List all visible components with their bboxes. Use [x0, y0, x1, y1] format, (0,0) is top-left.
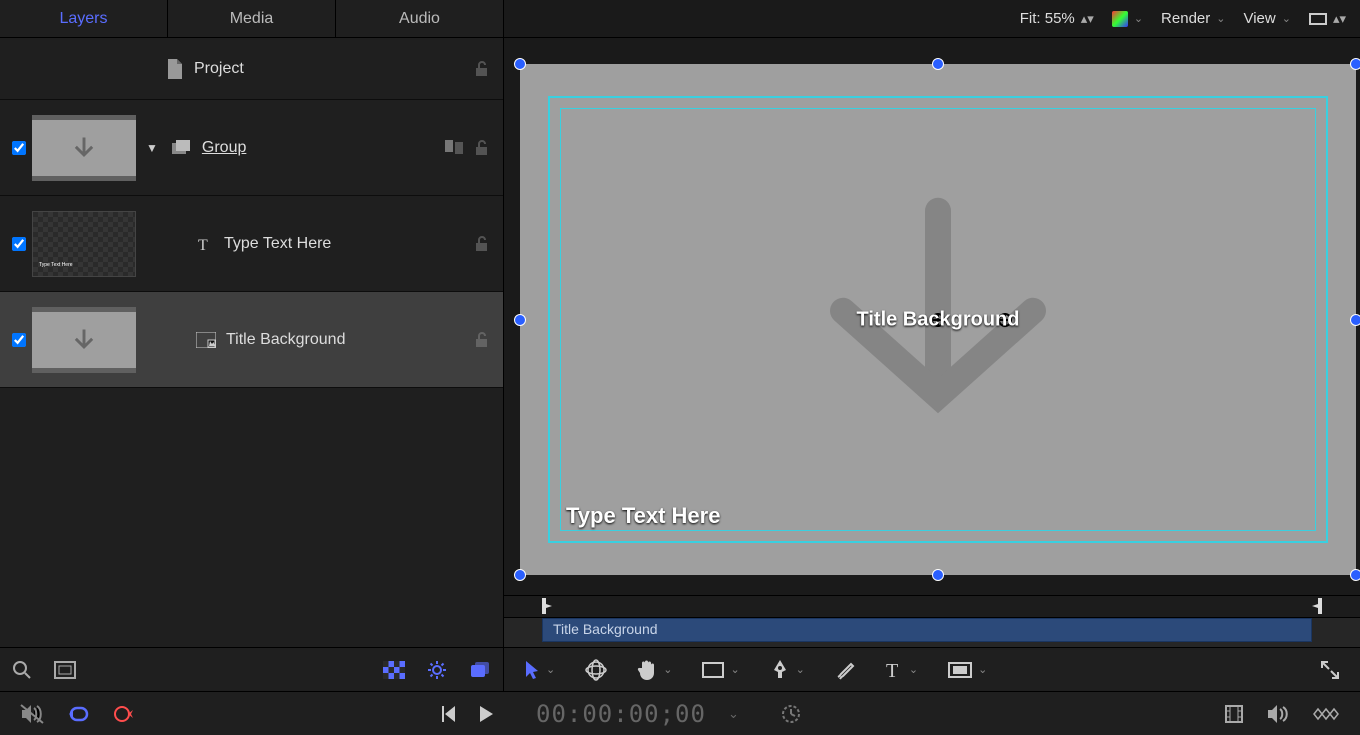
tab-bar: Layers Media Audio — [0, 0, 503, 38]
handle-b[interactable] — [932, 569, 944, 581]
drop-zone-icon — [196, 332, 216, 348]
tab-media[interactable]: Media — [168, 0, 336, 37]
lock-icon[interactable] — [473, 139, 491, 157]
timeline-clip[interactable]: Title Background — [542, 618, 1312, 642]
rect-icon — [1309, 13, 1327, 25]
canvas-toolbar: Fit: 55% ▴▾ ⌄ Render⌄ View⌄ ▴▾ — [504, 0, 1360, 38]
select-tool[interactable]: ⌄ — [524, 660, 555, 680]
handle-tr[interactable] — [1350, 58, 1360, 70]
rectangle-tool[interactable]: ⌄ — [702, 662, 739, 678]
fit-menu[interactable]: Fit: 55% ▴▾ — [1020, 10, 1094, 27]
layer-thumbnail — [32, 307, 136, 373]
visibility-checkbox[interactable] — [12, 237, 26, 251]
lock-icon[interactable] — [473, 60, 491, 78]
timeline-ruler[interactable] — [504, 596, 1360, 618]
canvas-title-label: Title Background — [857, 308, 1020, 331]
layer-thumbnail: Type Text Here — [32, 211, 136, 277]
tab-audio[interactable]: Audio — [336, 0, 503, 37]
go-to-start-icon[interactable] — [440, 705, 456, 723]
pen-tool[interactable]: ⌄ — [770, 659, 805, 681]
render-menu[interactable]: Render⌄ — [1161, 10, 1225, 27]
checker-icon[interactable] — [383, 661, 405, 679]
layer-row-project[interactable]: Project — [0, 38, 503, 100]
canvas-type-label[interactable]: Type Text Here — [566, 503, 720, 529]
layer-label: Group — [202, 139, 246, 157]
color-swatch-icon — [1112, 11, 1128, 27]
left-panel-footer — [0, 647, 503, 691]
pan-tool[interactable]: ⌄ — [637, 659, 672, 681]
record-icon[interactable] — [114, 704, 136, 724]
svg-text:T: T — [198, 237, 208, 253]
disclosure-triangle[interactable]: ▼ — [146, 141, 158, 155]
color-menu[interactable]: ⌄ — [1112, 11, 1143, 27]
stepper-icon: ▴▾ — [1333, 15, 1346, 22]
search-icon[interactable] — [12, 660, 32, 680]
flags-icon[interactable] — [445, 140, 465, 156]
handle-br[interactable] — [1350, 569, 1360, 581]
audio-icon[interactable] — [1266, 705, 1288, 723]
lock-icon[interactable] — [473, 331, 491, 349]
mute-icon[interactable] — [20, 704, 44, 724]
text-tool[interactable]: T ⌄ — [885, 660, 918, 680]
handle-t[interactable] — [932, 58, 944, 70]
layer-row-text[interactable]: Type Text Here T Type Text Here — [0, 196, 503, 292]
project-icon — [166, 59, 184, 79]
visibility-checkbox[interactable] — [12, 141, 26, 155]
text-icon: T — [196, 235, 214, 253]
handle-bl[interactable] — [514, 569, 526, 581]
stepper-icon: ▴▾ — [1081, 15, 1094, 22]
timecode-menu-icon[interactable]: ⌄ — [728, 706, 739, 722]
3d-tool[interactable] — [585, 659, 607, 681]
keyframes-icon[interactable] — [1310, 706, 1340, 722]
gear-icon[interactable] — [427, 660, 447, 680]
tool-strip: ⌄ ⌄ ⌄ ⌄ T ⌄ — [504, 647, 1360, 691]
layer-list: Project ▼ — [0, 38, 503, 647]
lock-icon[interactable] — [473, 235, 491, 253]
canvas-frame[interactable]: Title Background Type Text Here — [520, 64, 1356, 575]
out-marker-icon[interactable] — [1310, 598, 1322, 614]
handle-l[interactable] — [514, 314, 526, 326]
clock-icon[interactable] — [781, 704, 801, 724]
transport-bar: 00:00:00;00 ⌄ — [0, 691, 1360, 735]
right-panel: Fit: 55% ▴▾ ⌄ Render⌄ View⌄ ▴▾ — [504, 0, 1360, 691]
left-panel: Layers Media Audio Project — [0, 0, 504, 691]
handle-tl[interactable] — [514, 58, 526, 70]
view-menu[interactable]: View⌄ — [1243, 10, 1290, 27]
frame-icon[interactable] — [54, 661, 76, 679]
expand-tool[interactable] — [1320, 660, 1340, 680]
brush-tool[interactable] — [835, 660, 855, 680]
group-icon — [172, 140, 192, 156]
tab-layers[interactable]: Layers — [0, 0, 168, 37]
mask-tool[interactable]: ⌄ — [948, 662, 987, 678]
layer-row-group[interactable]: ▼ Group — [0, 100, 503, 196]
layer-label: Type Text Here — [224, 235, 331, 253]
in-marker-icon[interactable] — [542, 598, 554, 614]
aspect-menu[interactable]: ▴▾ — [1309, 13, 1346, 25]
visibility-checkbox[interactable] — [12, 333, 26, 347]
play-icon[interactable] — [478, 705, 494, 723]
stack-icon[interactable] — [469, 661, 491, 679]
film-icon[interactable] — [1224, 704, 1244, 724]
mini-timeline[interactable]: Title Background — [504, 595, 1360, 647]
timecode-display[interactable]: 00:00:00;00 — [536, 700, 706, 728]
loop-icon[interactable] — [66, 705, 92, 723]
canvas-viewport[interactable]: Title Background Type Text Here — [504, 38, 1360, 595]
layer-row-title-background[interactable]: Title Background — [0, 292, 503, 388]
handle-r[interactable] — [1350, 314, 1360, 326]
layer-thumbnail — [32, 115, 136, 181]
layer-label: Project — [194, 60, 244, 78]
svg-text:T: T — [886, 660, 898, 680]
layer-label: Title Background — [226, 331, 345, 349]
